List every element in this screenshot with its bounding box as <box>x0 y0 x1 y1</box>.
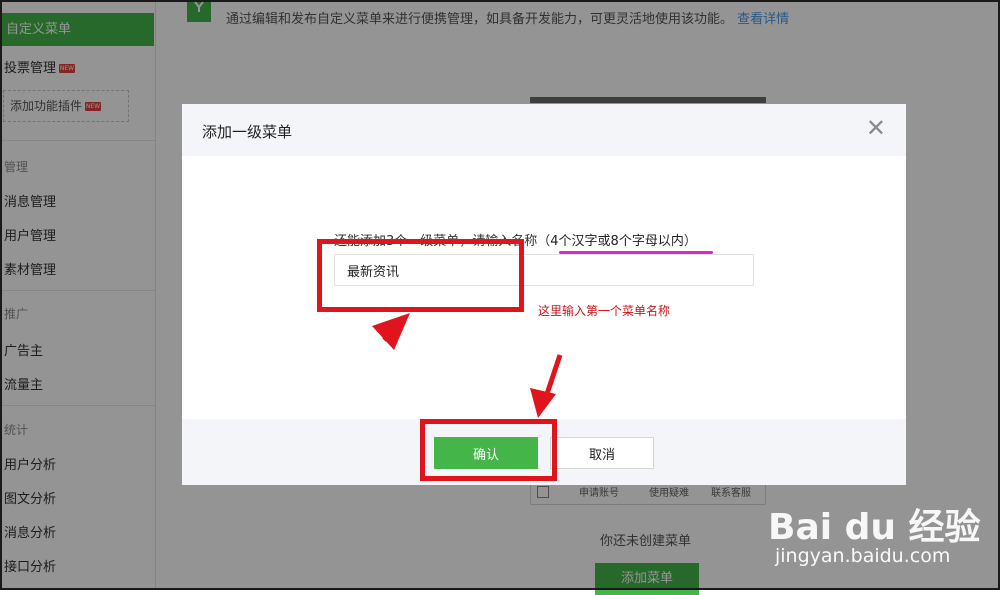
arrow-down-icon <box>530 354 563 418</box>
arrow-up-icon <box>372 313 410 350</box>
watermark-logo-text: Bai du 经验 <box>768 507 981 548</box>
watermark-url: jingyan.baidu.com <box>775 545 951 567</box>
baidu-jingyan-logo: Bai du 经验 <box>768 498 981 550</box>
